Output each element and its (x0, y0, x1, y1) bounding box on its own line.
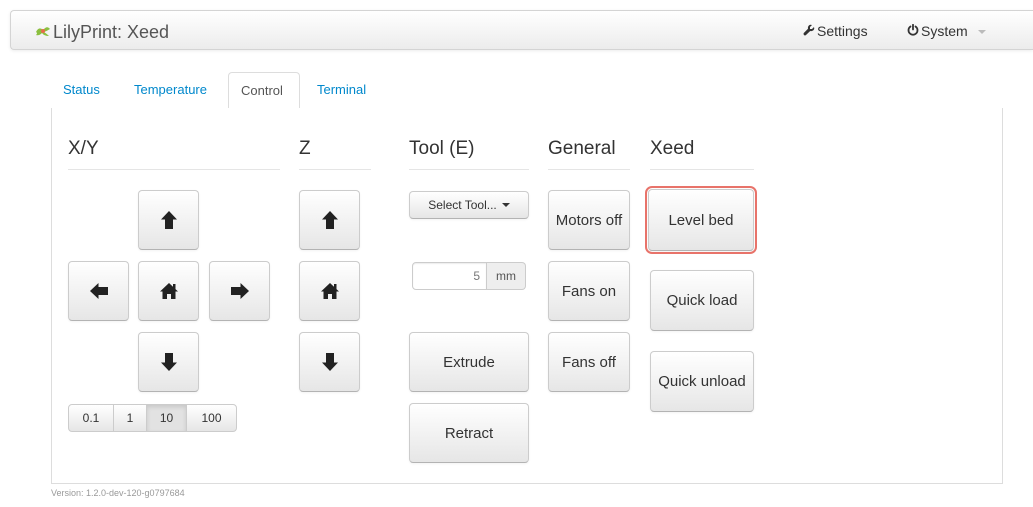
tab-terminal[interactable]: Terminal (305, 72, 378, 108)
settings-label: Settings (817, 23, 868, 39)
fans-off-button[interactable]: Fans off (548, 332, 630, 392)
motors-off-button[interactable]: Motors off (548, 190, 630, 250)
tab-status[interactable]: Status (51, 72, 112, 108)
jog-z-plus-button[interactable] (299, 190, 360, 250)
step-0-1-button[interactable]: 0.1 (68, 404, 114, 432)
system-menu[interactable]: System (907, 23, 986, 39)
arrow-right-icon (230, 283, 249, 299)
step-100-button[interactable]: 100 (186, 404, 237, 432)
level-bed-button[interactable]: Level bed (645, 186, 757, 254)
arrow-left-icon (89, 283, 108, 299)
quick-unload-button[interactable]: Quick unload (650, 351, 754, 412)
step-size-group: 0.1 1 10 100 (68, 404, 237, 432)
tool-heading: Tool (E) (409, 138, 529, 170)
jog-x-plus-button[interactable] (209, 261, 270, 321)
select-tool-label: Select Tool... (428, 198, 497, 212)
home-icon (320, 283, 339, 299)
chevron-down-icon (977, 30, 986, 35)
home-z-button[interactable] (299, 261, 360, 321)
extrude-amount-input[interactable] (412, 262, 487, 290)
arrow-down-icon (160, 353, 177, 371)
step-1-button[interactable]: 1 (113, 404, 147, 432)
brand-link[interactable]: LilyPrint: Xeed (36, 22, 170, 43)
jog-y-plus-button[interactable] (138, 190, 199, 250)
tab-control[interactable]: Control (228, 72, 300, 109)
xeed-heading: Xeed (650, 138, 754, 170)
arrow-down-icon (321, 353, 338, 371)
settings-menu[interactable]: Settings (803, 23, 868, 39)
z-heading: Z (299, 138, 371, 170)
extrude-amount-group: mm (412, 262, 526, 290)
lily-logo-icon (36, 27, 50, 36)
arrow-up-icon (160, 211, 177, 229)
wrench-icon (803, 24, 815, 36)
home-icon (159, 283, 178, 299)
version-text: Version: 1.2.0-dev-120-g0797684 (51, 488, 185, 498)
xy-heading: X/Y (68, 138, 280, 170)
fans-on-button[interactable]: Fans on (548, 261, 630, 321)
jog-y-minus-button[interactable] (138, 332, 199, 392)
step-10-button[interactable]: 10 (146, 404, 187, 432)
arrow-up-icon (321, 211, 338, 229)
caret-down-icon (501, 203, 510, 207)
brand-title: LilyPrint: Xeed (53, 22, 170, 42)
tab-bar: Status Temperature Control Terminal (51, 72, 1003, 109)
select-tool-dropdown[interactable]: Select Tool... (409, 191, 529, 219)
general-heading: General (548, 138, 630, 170)
system-label: System (921, 23, 968, 39)
quick-load-button[interactable]: Quick load (650, 270, 754, 331)
home-xy-button[interactable] (138, 261, 199, 321)
power-icon (907, 24, 919, 36)
jog-x-minus-button[interactable] (68, 261, 129, 321)
retract-button[interactable]: Retract (409, 403, 529, 463)
extrude-button[interactable]: Extrude (409, 332, 529, 392)
amount-unit: mm (487, 262, 526, 290)
navbar: LilyPrint: Xeed Settings System (10, 10, 1033, 50)
tab-temperature[interactable]: Temperature (122, 72, 219, 108)
jog-z-minus-button[interactable] (299, 332, 360, 392)
